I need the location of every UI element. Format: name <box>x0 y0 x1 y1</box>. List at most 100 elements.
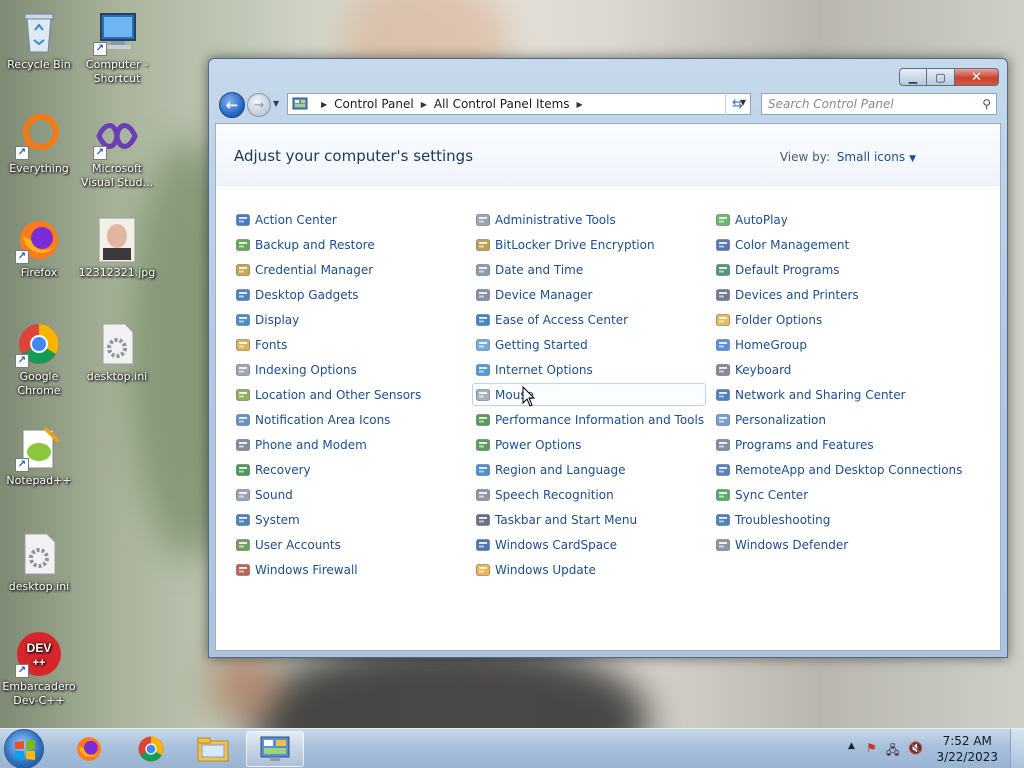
sound-icon <box>236 488 250 501</box>
desktop-icon-recycle-bin[interactable]: Recycle Bin <box>0 8 78 72</box>
cp-item-default-programs[interactable]: Default Programs <box>712 258 986 281</box>
refresh-button[interactable]: ⇆ <box>725 93 749 115</box>
cp-item-windows-update[interactable]: Windows Update <box>472 558 706 581</box>
cp-item-taskbar-and-start-menu[interactable]: Taskbar and Start Menu <box>472 508 706 531</box>
desktop-icon-desktop-ini-2[interactable]: desktop.ini <box>0 530 78 594</box>
recent-pages-dropdown[interactable]: ▼ <box>273 99 279 108</box>
taskbar-control-panel[interactable] <box>246 731 304 767</box>
cp-item-internet-options[interactable]: Internet Options <box>472 358 706 381</box>
cp-item-date-and-time[interactable]: Date and Time <box>472 258 706 281</box>
minimize-button[interactable]: ▁ <box>899 68 927 86</box>
cp-item-display[interactable]: Display <box>232 308 466 331</box>
visual-studio-icon: ↗ <box>93 112 141 160</box>
desktop-icon-image-file[interactable]: 12312321.jpg <box>78 216 156 280</box>
cp-item-desktop-gadgets[interactable]: Desktop Gadgets <box>232 283 466 306</box>
desktop-icon-visual-studio[interactable]: ↗ Microsoft Visual Stud... <box>78 112 156 190</box>
cp-item-color-management[interactable]: Color Management <box>712 233 986 256</box>
breadcrumb-separator-icon[interactable]: ▶ <box>321 100 327 109</box>
cp-item-autoplay[interactable]: AutoPlay <box>712 208 986 231</box>
cp-item-label: Recovery <box>255 462 311 477</box>
defender-icon <box>716 538 730 551</box>
cp-item-phone-and-modem[interactable]: Phone and Modem <box>232 433 466 456</box>
cp-item-administrative-tools[interactable]: Administrative Tools <box>472 208 706 231</box>
volume-muted-icon[interactable]: 🔇 <box>908 741 923 755</box>
cp-item-network-and-sharing-center[interactable]: Network and Sharing Center <box>712 383 986 406</box>
breadcrumb-separator-icon[interactable]: ▶ <box>421 100 427 109</box>
breadcrumb-control-panel[interactable]: Control Panel <box>334 97 414 111</box>
search-icon[interactable]: ⚲ <box>982 97 991 111</box>
taskbar-firefox[interactable] <box>60 731 118 767</box>
cp-item-getting-started[interactable]: Getting Started <box>472 333 706 356</box>
cp-item-user-accounts[interactable]: User Accounts <box>232 533 466 556</box>
start-button[interactable] <box>4 729 44 768</box>
desktop-icon-everything[interactable]: ↗ Everything <box>0 112 78 176</box>
view-by-dropdown[interactable]: Small icons ▼ <box>837 150 916 164</box>
svg-text:++: ++ <box>33 657 46 669</box>
maximize-button[interactable]: ▢ <box>927 68 955 86</box>
show-hidden-icons-icon[interactable]: ▲ <box>848 741 855 751</box>
cp-item-homegroup[interactable]: HomeGroup <box>712 333 986 356</box>
search-input[interactable]: Search Control Panel ⚲ <box>761 93 997 115</box>
action-center-flag-icon[interactable]: ⚑ <box>866 741 877 755</box>
cp-item-label: Desktop Gadgets <box>255 287 359 302</box>
clock[interactable]: 7:52 AM 3/22/2023 <box>936 733 998 765</box>
back-button[interactable]: ← <box>219 92 245 118</box>
desktop-icon-computer[interactable]: ↗ Computer - Shortcut <box>78 8 156 86</box>
close-button[interactable]: ✕ <box>955 68 999 86</box>
network-icon[interactable]: 🖧 <box>886 741 899 762</box>
cp-item-label: Devices and Printers <box>735 287 859 302</box>
cp-item-programs-and-features[interactable]: Programs and Features <box>712 433 986 456</box>
cp-item-label: Windows Update <box>495 562 596 577</box>
cp-item-personalization[interactable]: Personalization <box>712 408 986 431</box>
forward-button[interactable]: → <box>247 93 271 117</box>
cp-item-ease-of-access-center[interactable]: Ease of Access Center <box>472 308 706 331</box>
cp-item-speech-recognition[interactable]: Speech Recognition <box>472 483 706 506</box>
desktop-icon-firefox[interactable]: ↗ Firefox <box>0 216 78 280</box>
image-file-icon <box>93 216 141 264</box>
cp-item-sync-center[interactable]: Sync Center <box>712 483 986 506</box>
cp-item-windows-firewall[interactable]: Windows Firewall <box>232 558 466 581</box>
homegroup-icon <box>716 338 730 351</box>
show-desktop-button[interactable] <box>1010 729 1024 768</box>
cardspace-icon <box>476 538 490 551</box>
recovery-icon <box>236 463 250 476</box>
breadcrumb-all-items[interactable]: All Control Panel Items <box>434 97 570 111</box>
cp-item-bitlocker-drive-encryption[interactable]: BitLocker Drive Encryption <box>472 233 706 256</box>
cp-item-fonts[interactable]: Fonts <box>232 333 466 356</box>
breadcrumb-separator-icon[interactable]: ▶ <box>577 100 583 109</box>
cp-item-notification-area-icons[interactable]: Notification Area Icons <box>232 408 466 431</box>
cp-item-power-options[interactable]: Power Options <box>472 433 706 456</box>
cp-item-recovery[interactable]: Recovery <box>232 458 466 481</box>
ease-of-access-icon <box>476 313 490 326</box>
taskbar-chrome[interactable] <box>122 731 180 767</box>
cp-item-folder-options[interactable]: Folder Options <box>712 308 986 331</box>
cp-item-region-and-language[interactable]: Region and Language <box>472 458 706 481</box>
desktop-icon-devcpp[interactable]: DEV ++ ↗ Embarcadero Dev-C++ <box>0 630 78 708</box>
cp-item-label: System <box>255 512 300 527</box>
taskbar-explorer[interactable] <box>184 731 242 767</box>
cp-item-credential-manager[interactable]: Credential Manager <box>232 258 466 281</box>
cp-item-remoteapp-and-desktop-connections[interactable]: RemoteApp and Desktop Connections <box>712 458 986 481</box>
cp-item-troubleshooting[interactable]: Troubleshooting <box>712 508 986 531</box>
cp-item-devices-and-printers[interactable]: Devices and Printers <box>712 283 986 306</box>
page-title: Adjust your computer's settings <box>234 147 474 165</box>
cp-item-backup-and-restore[interactable]: Backup and Restore <box>232 233 466 256</box>
cp-item-windows-cardspace[interactable]: Windows CardSpace <box>472 533 706 556</box>
chrome-icon: ↗ <box>15 320 63 368</box>
cp-item-sound[interactable]: Sound <box>232 483 466 506</box>
cp-item-windows-defender[interactable]: Windows Defender <box>712 533 986 556</box>
cp-item-action-center[interactable]: Action Center <box>232 208 466 231</box>
cp-item-indexing-options[interactable]: Indexing Options <box>232 358 466 381</box>
cp-item-device-manager[interactable]: Device Manager <box>472 283 706 306</box>
desktop-icon-notepadpp[interactable]: ↗ Notepad++ <box>0 424 78 488</box>
address-bar[interactable]: ▶ Control Panel ▶ All Control Panel Item… <box>287 93 751 115</box>
cp-item-label: Power Options <box>495 437 582 452</box>
cp-item-mouse[interactable]: Mouse <box>472 383 706 406</box>
control-panel-window[interactable]: ▁ ▢ ✕ ← → ▼ ▶ Control Panel ▶ All Contro… <box>208 58 1008 658</box>
cp-item-performance-information-and-tools[interactable]: Performance Information and Tools <box>472 408 706 431</box>
cp-item-system[interactable]: System <box>232 508 466 531</box>
desktop-icon-chrome[interactable]: ↗ Google Chrome <box>0 320 78 398</box>
desktop-icon-desktop-ini[interactable]: desktop.ini <box>78 320 156 384</box>
cp-item-location-and-other-sensors[interactable]: Location and Other Sensors <box>232 383 466 406</box>
cp-item-keyboard[interactable]: Keyboard <box>712 358 986 381</box>
